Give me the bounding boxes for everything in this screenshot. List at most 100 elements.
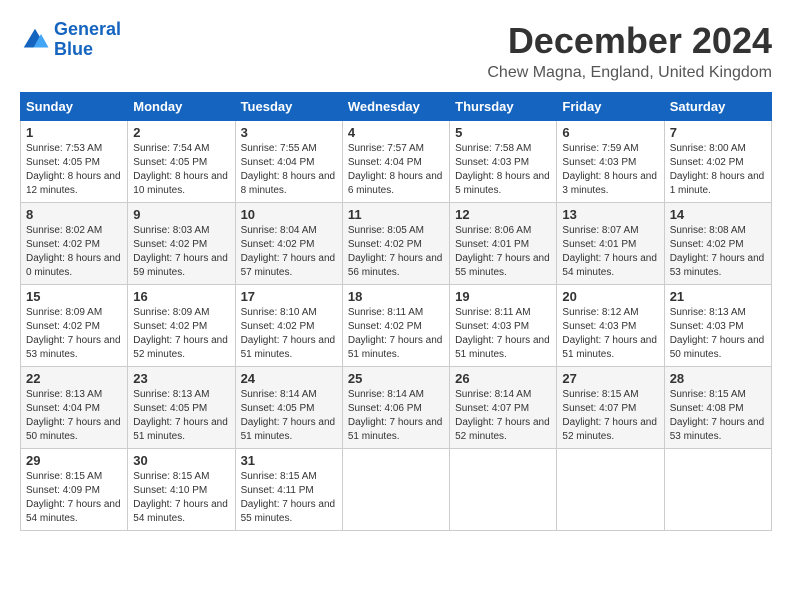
day-info: Sunrise: 7:53 AM Sunset: 4:05 PM Dayligh…: [26, 142, 122, 198]
table-row: 5 Sunrise: 7:58 AM Sunset: 4:03 PM Daylig…: [450, 121, 557, 203]
day-info: Sunrise: 8:09 AM Sunset: 4:02 PM Dayligh…: [26, 306, 122, 362]
table-row: 13 Sunrise: 8:07 AM Sunset: 4:01 PM Dayli…: [557, 203, 664, 285]
calendar-row: 29 Sunrise: 8:15 AM Sunset: 4:09 PM Dayli…: [21, 449, 772, 531]
table-row: 7 Sunrise: 8:00 AM Sunset: 4:02 PM Daylig…: [664, 121, 771, 203]
table-row: 21Sunrise: 8:13 AM Sunset: 4:03 PM Dayli…: [664, 285, 771, 367]
logo-text: General Blue: [54, 20, 121, 60]
day-number: 7: [670, 125, 766, 140]
calendar-table: Sunday Monday Tuesday Wednesday Thursday…: [20, 92, 772, 531]
table-row: 10 Sunrise: 8:04 AM Sunset: 4:02 PM Dayli…: [235, 203, 342, 285]
table-row: 17Sunrise: 8:10 AM Sunset: 4:02 PM Dayli…: [235, 285, 342, 367]
day-info: Sunrise: 8:14 AM Sunset: 4:06 PM Dayligh…: [348, 388, 444, 444]
day-number: 1: [26, 125, 122, 140]
day-info: Sunrise: 8:08 AM Sunset: 4:02 PM Dayligh…: [670, 224, 766, 280]
day-info: Sunrise: 7:58 AM Sunset: 4:03 PM Dayligh…: [455, 142, 551, 198]
day-info: Sunrise: 7:59 AM Sunset: 4:03 PM Dayligh…: [562, 142, 658, 198]
table-row: 29 Sunrise: 8:15 AM Sunset: 4:09 PM Dayli…: [21, 449, 128, 531]
logo-line2: Blue: [54, 39, 93, 59]
table-row: 15 Sunrise: 8:09 AM Sunset: 4:02 PM Dayli…: [21, 285, 128, 367]
table-row: 11 Sunrise: 8:05 AM Sunset: 4:02 PM Dayli…: [342, 203, 449, 285]
day-info: Sunrise: 8:15 AM Sunset: 4:09 PM Dayligh…: [26, 470, 122, 526]
table-row: 4 Sunrise: 7:57 AM Sunset: 4:04 PM Daylig…: [342, 121, 449, 203]
table-row: 14 Sunrise: 8:08 AM Sunset: 4:02 PM Dayli…: [664, 203, 771, 285]
day-info: Sunrise: 8:13 AM Sunset: 4:04 PM Dayligh…: [26, 388, 122, 444]
col-thursday: Thursday: [450, 93, 557, 121]
table-row: 6Sunrise: 7:59 AM Sunset: 4:03 PM Daylig…: [557, 121, 664, 203]
day-number: 23: [133, 371, 229, 386]
day-info: Sunrise: 8:05 AM Sunset: 4:02 PM Dayligh…: [348, 224, 444, 280]
table-row: 24 Sunrise: 8:14 AM Sunset: 4:05 PM Dayli…: [235, 367, 342, 449]
day-number: 8: [26, 207, 122, 222]
day-number: 15: [26, 289, 122, 304]
calendar-row: 8 Sunrise: 8:02 AM Sunset: 4:02 PM Daylig…: [21, 203, 772, 285]
table-row: 12Sunrise: 8:06 AM Sunset: 4:01 PM Dayli…: [450, 203, 557, 285]
table-row: 30Sunrise: 8:15 AM Sunset: 4:10 PM Dayli…: [128, 449, 235, 531]
table-row: 31Sunrise: 8:15 AM Sunset: 4:11 PM Dayli…: [235, 449, 342, 531]
day-info: Sunrise: 8:06 AM Sunset: 4:01 PM Dayligh…: [455, 224, 551, 280]
day-info: Sunrise: 8:14 AM Sunset: 4:05 PM Dayligh…: [241, 388, 337, 444]
table-row: 19Sunrise: 8:11 AM Sunset: 4:03 PM Dayli…: [450, 285, 557, 367]
day-number: 3: [241, 125, 337, 140]
day-info: Sunrise: 7:55 AM Sunset: 4:04 PM Dayligh…: [241, 142, 337, 198]
col-monday: Monday: [128, 93, 235, 121]
col-wednesday: Wednesday: [342, 93, 449, 121]
table-row: [557, 449, 664, 531]
day-info: Sunrise: 8:02 AM Sunset: 4:02 PM Dayligh…: [26, 224, 122, 280]
day-number: 26: [455, 371, 551, 386]
page-header: General Blue December 2024 Chew Magna, E…: [20, 20, 772, 82]
table-row: 1 Sunrise: 7:53 AM Sunset: 4:05 PM Daylig…: [21, 121, 128, 203]
title-block: December 2024 Chew Magna, England, Unite…: [487, 20, 772, 82]
table-row: 25 Sunrise: 8:14 AM Sunset: 4:06 PM Dayli…: [342, 367, 449, 449]
day-info: Sunrise: 7:54 AM Sunset: 4:05 PM Dayligh…: [133, 142, 229, 198]
day-info: Sunrise: 8:09 AM Sunset: 4:02 PM Dayligh…: [133, 306, 229, 362]
day-number: 9: [133, 207, 229, 222]
day-info: Sunrise: 8:00 AM Sunset: 4:02 PM Dayligh…: [670, 142, 766, 198]
day-number: 18: [348, 289, 444, 304]
day-number: 5: [455, 125, 551, 140]
day-number: 25: [348, 371, 444, 386]
day-info: Sunrise: 8:07 AM Sunset: 4:01 PM Dayligh…: [562, 224, 658, 280]
table-row: 27 Sunrise: 8:15 AM Sunset: 4:07 PM Dayli…: [557, 367, 664, 449]
table-row: 23Sunrise: 8:13 AM Sunset: 4:05 PM Dayli…: [128, 367, 235, 449]
table-row: 8 Sunrise: 8:02 AM Sunset: 4:02 PM Daylig…: [21, 203, 128, 285]
day-number: 14: [670, 207, 766, 222]
table-row: 28Sunrise: 8:15 AM Sunset: 4:08 PM Dayli…: [664, 367, 771, 449]
day-number: 29: [26, 453, 122, 468]
day-info: Sunrise: 7:57 AM Sunset: 4:04 PM Dayligh…: [348, 142, 444, 198]
day-number: 20: [562, 289, 658, 304]
day-number: 2: [133, 125, 229, 140]
day-info: Sunrise: 8:15 AM Sunset: 4:10 PM Dayligh…: [133, 470, 229, 526]
day-number: 16: [133, 289, 229, 304]
day-number: 24: [241, 371, 337, 386]
day-info: Sunrise: 8:11 AM Sunset: 4:03 PM Dayligh…: [455, 306, 551, 362]
month-title: December 2024: [487, 20, 772, 62]
day-number: 11: [348, 207, 444, 222]
day-number: 13: [562, 207, 658, 222]
logo-line1: General: [54, 19, 121, 39]
table-row: [450, 449, 557, 531]
table-row: 16 Sunrise: 8:09 AM Sunset: 4:02 PM Dayli…: [128, 285, 235, 367]
table-row: 9Sunrise: 8:03 AM Sunset: 4:02 PM Daylig…: [128, 203, 235, 285]
logo-icon: [20, 25, 50, 55]
table-row: 3 Sunrise: 7:55 AM Sunset: 4:04 PM Daylig…: [235, 121, 342, 203]
table-row: 18 Sunrise: 8:11 AM Sunset: 4:02 PM Dayli…: [342, 285, 449, 367]
day-info: Sunrise: 8:15 AM Sunset: 4:08 PM Dayligh…: [670, 388, 766, 444]
table-row: 26Sunrise: 8:14 AM Sunset: 4:07 PM Dayli…: [450, 367, 557, 449]
calendar-row: 1 Sunrise: 7:53 AM Sunset: 4:05 PM Daylig…: [21, 121, 772, 203]
day-info: Sunrise: 8:13 AM Sunset: 4:03 PM Dayligh…: [670, 306, 766, 362]
header-row: Sunday Monday Tuesday Wednesday Thursday…: [21, 93, 772, 121]
location-title: Chew Magna, England, United Kingdom: [487, 64, 772, 82]
day-info: Sunrise: 8:15 AM Sunset: 4:07 PM Dayligh…: [562, 388, 658, 444]
table-row: [664, 449, 771, 531]
day-info: Sunrise: 8:04 AM Sunset: 4:02 PM Dayligh…: [241, 224, 337, 280]
day-info: Sunrise: 8:11 AM Sunset: 4:02 PM Dayligh…: [348, 306, 444, 362]
day-number: 27: [562, 371, 658, 386]
day-info: Sunrise: 8:10 AM Sunset: 4:02 PM Dayligh…: [241, 306, 337, 362]
table-row: 20Sunrise: 8:12 AM Sunset: 4:03 PM Dayli…: [557, 285, 664, 367]
day-number: 10: [241, 207, 337, 222]
day-number: 4: [348, 125, 444, 140]
calendar-row: 22Sunrise: 8:13 AM Sunset: 4:04 PM Dayli…: [21, 367, 772, 449]
table-row: 22Sunrise: 8:13 AM Sunset: 4:04 PM Dayli…: [21, 367, 128, 449]
day-info: Sunrise: 8:15 AM Sunset: 4:11 PM Dayligh…: [241, 470, 337, 526]
col-tuesday: Tuesday: [235, 93, 342, 121]
